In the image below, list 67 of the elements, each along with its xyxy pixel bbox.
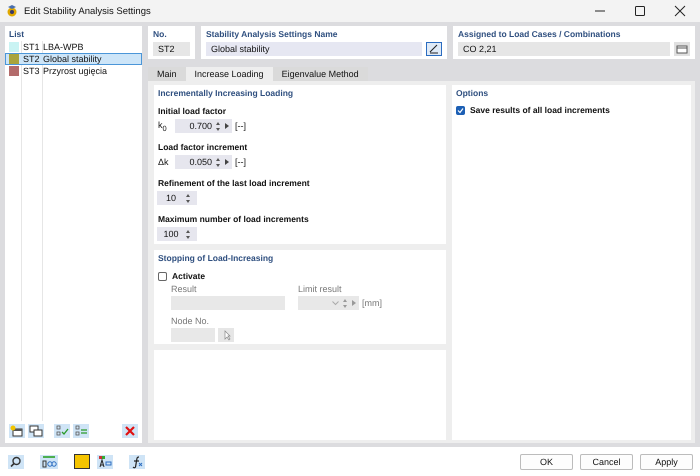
item-number: ST2 bbox=[23, 54, 40, 64]
item-name: Przyrost ugięcia bbox=[43, 66, 108, 76]
field-label: Result bbox=[171, 284, 198, 294]
dialog-button[interactable]: Cancel bbox=[580, 454, 633, 470]
app-icon bbox=[6, 5, 18, 17]
item-name: Global stability bbox=[43, 54, 102, 64]
list-title: List bbox=[8, 28, 26, 41]
list-item[interactable]: ST2 Global stability bbox=[5, 53, 142, 65]
check-all-icon[interactable] bbox=[54, 424, 70, 438]
copy-window-icon[interactable] bbox=[28, 424, 44, 438]
field-label: Limit result bbox=[298, 284, 343, 294]
delete-icon[interactable] bbox=[122, 424, 138, 438]
dialog-button[interactable]: Apply bbox=[640, 454, 693, 470]
section-title: Stopping of Load-Increasing bbox=[158, 253, 274, 263]
arrow-right-icon bbox=[224, 157, 230, 167]
arrow-right-icon bbox=[224, 121, 230, 131]
color-square-icon[interactable] bbox=[74, 454, 90, 469]
unit-label: [--] bbox=[235, 157, 246, 167]
units-icon[interactable] bbox=[40, 454, 58, 468]
function-icon[interactable] bbox=[129, 454, 145, 468]
assigned-field[interactable]: CO 2,21 bbox=[458, 42, 670, 56]
field-label: Maximum number of load increments bbox=[158, 214, 310, 224]
item-number: ST1 bbox=[23, 42, 40, 52]
symbol-label: Δk bbox=[158, 157, 170, 167]
spin-icon bbox=[342, 298, 348, 308]
field-label: Node No. bbox=[171, 316, 210, 326]
checkbox-label: Save results of all load increments bbox=[470, 105, 610, 115]
checkbox[interactable] bbox=[456, 106, 465, 114]
unit-label: [--] bbox=[235, 121, 246, 131]
checkbox-label: Activate bbox=[172, 271, 206, 281]
limit-field[interactable] bbox=[298, 296, 359, 310]
unit-label: [mm] bbox=[362, 298, 382, 308]
arrow-right-icon bbox=[351, 298, 357, 308]
checkbox[interactable] bbox=[158, 272, 167, 280]
table-icon[interactable] bbox=[674, 42, 690, 56]
field-label: No. bbox=[153, 29, 168, 39]
section-title: Incrementally Increasing Loading bbox=[158, 88, 294, 98]
edit-icon[interactable] bbox=[426, 42, 442, 56]
number-field[interactable]: ST2 bbox=[153, 42, 190, 56]
field-label: Refinement of the last load increment bbox=[158, 178, 311, 188]
field-label: Initial load factor bbox=[158, 106, 228, 116]
tab[interactable]: Main bbox=[148, 67, 186, 81]
list-item[interactable]: ST3 Przyrost ugięcia bbox=[5, 65, 142, 77]
item-number: ST3 bbox=[23, 66, 40, 76]
chevron-down-icon bbox=[332, 300, 339, 306]
section-title: Options bbox=[456, 88, 490, 98]
number-field[interactable]: 0.700 bbox=[175, 119, 232, 133]
number-field[interactable]: 10 bbox=[157, 191, 197, 205]
number-field[interactable]: 0.050 bbox=[175, 155, 232, 169]
text-label-icon[interactable] bbox=[97, 454, 113, 468]
tab[interactable]: Eigenvalue Method bbox=[272, 67, 368, 81]
name-field[interactable]: Global stability bbox=[206, 42, 422, 56]
item-name: LBA-WPB bbox=[43, 42, 84, 52]
symbol-label: k$_{0}$ bbox=[158, 120, 168, 132]
dialog-button[interactable]: OK bbox=[520, 454, 573, 470]
number-field[interactable]: 100 bbox=[157, 227, 197, 241]
cursor-icon[interactable] bbox=[218, 328, 234, 342]
field-label: Assigned to Load Cases / Combinations bbox=[458, 29, 622, 39]
tab[interactable]: Increase Loading bbox=[186, 67, 273, 81]
check-icon bbox=[457, 106, 464, 114]
field-label: Stability Analysis Settings Name bbox=[206, 29, 338, 39]
list-item[interactable]: ST1 LBA-WPB bbox=[5, 41, 142, 53]
toggle-check-icon[interactable] bbox=[73, 424, 89, 438]
window-title: Edit Stability Analysis Settings bbox=[24, 6, 152, 16]
search-icon[interactable] bbox=[8, 454, 24, 468]
new-window-icon[interactable] bbox=[9, 424, 25, 438]
field-label: Load factor increment bbox=[158, 142, 248, 152]
